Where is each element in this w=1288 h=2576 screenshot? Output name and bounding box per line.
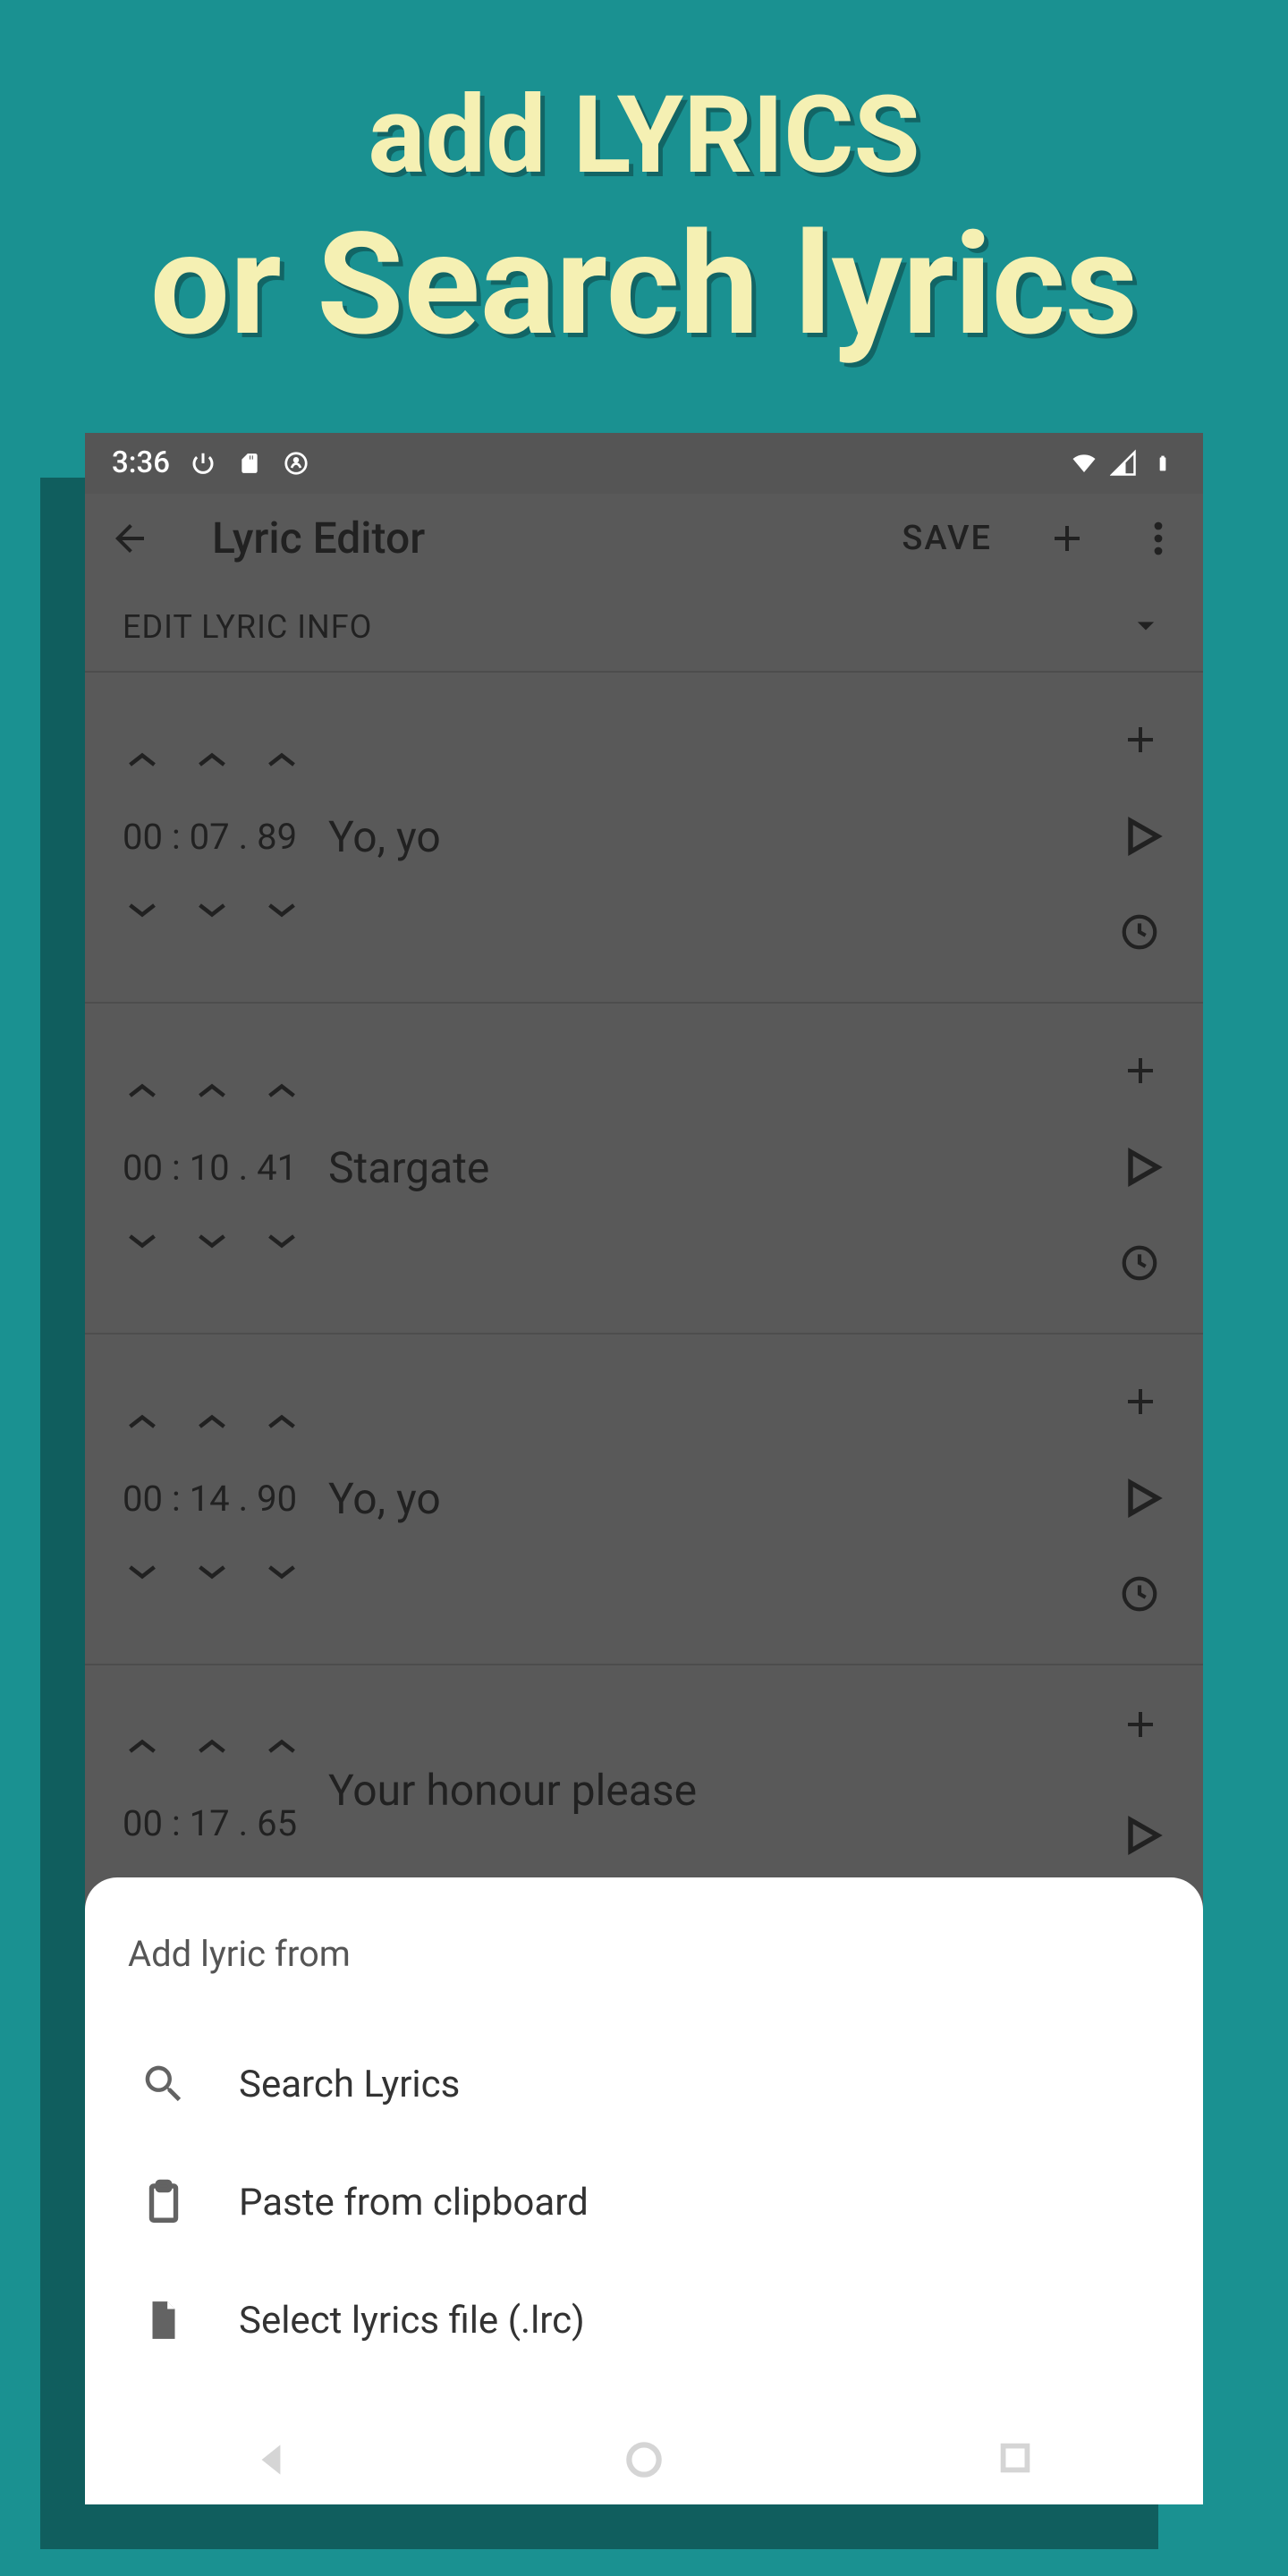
save-button[interactable]: SAVE [902,519,992,558]
caret-down-icon[interactable] [266,1232,298,1255]
search-lyrics-item[interactable]: Search Lyrics [128,2025,1160,2143]
clipboard-icon [139,2177,189,2227]
time-ss: 17 [190,1802,230,1844]
more-button[interactable] [1137,517,1180,560]
clock-icon[interactable] [1119,1242,1165,1287]
timestamp[interactable]: 00: 14. 90 [123,1478,298,1520]
add-line-button[interactable] [1119,1380,1165,1427]
caret-down-icon[interactable] [126,1563,158,1586]
timestamp[interactable]: 00: 07. 89 [123,816,298,858]
caret-up-icon[interactable] [266,1080,298,1104]
time-ss: 07 [190,816,230,858]
time-cs: 89 [257,816,297,858]
sheet-item-label: Paste from clipboard [239,2181,589,2224]
add-line-button[interactable] [1119,1703,1165,1750]
caret-down-icon[interactable] [196,901,228,924]
nav-recents-icon[interactable] [995,2437,1039,2482]
power-icon [190,450,216,477]
status-time: 3:36 [112,445,170,480]
caret-up-icon[interactable] [126,1736,158,1759]
play-button[interactable] [1119,1475,1165,1525]
signal-icon [1110,450,1137,477]
time-mm: 00 [123,816,163,858]
time-ss: 10 [190,1147,230,1189]
sheet-item-label: Search Lyrics [239,2063,460,2106]
caret-up-icon[interactable] [126,1080,158,1104]
caret-down-icon[interactable] [126,1232,158,1255]
section-header-label: EDIT LYRIC INFO [123,608,372,646]
lyric-row: 00: 14. 90 Yo, yo [85,1335,1203,1665]
phone-frame: 3:36 [85,433,1203,2504]
no-sim-icon [283,450,309,477]
time-ss: 14 [190,1478,230,1520]
clock-icon[interactable] [1119,1573,1165,1618]
caret-down-icon[interactable] [196,1563,228,1586]
time-cs: 90 [257,1478,297,1520]
caret-down-icon[interactable] [266,901,298,924]
caret-up-icon[interactable] [196,1411,228,1435]
play-button[interactable] [1119,1812,1165,1862]
add-button[interactable] [1046,517,1089,560]
lyric-text[interactable]: Yo, yo [328,811,441,862]
lyric-text[interactable]: Your honour please [328,1765,697,1816]
caret-up-icon[interactable] [196,750,228,773]
caret-up-icon[interactable] [196,1736,228,1759]
wifi-icon [1071,450,1097,477]
timestamp[interactable]: 00: 17. 65 [123,1802,298,1844]
add-line-button[interactable] [1119,1049,1165,1096]
status-bar: 3:36 [85,433,1203,494]
add-line-button[interactable] [1119,718,1165,765]
time-mm: 00 [123,1802,163,1844]
promo-line1: add LYRICS [150,72,1138,200]
timestamp[interactable]: 00: 10. 41 [123,1147,298,1189]
add-lyric-sheet: Add lyric from Search Lyrics Paste from … [85,1877,1203,2504]
back-button[interactable] [108,517,151,560]
time-mm: 00 [123,1147,163,1189]
search-icon [139,2059,189,2109]
time-cs: 41 [257,1147,297,1189]
lyric-row: 00: 10. 41 Stargate [85,1004,1203,1335]
play-button[interactable] [1119,813,1165,863]
promo-title: add LYRICS or Search lyrics [150,72,1138,370]
lyric-text[interactable]: Stargate [328,1142,489,1193]
caret-down-icon[interactable] [126,901,158,924]
time-mm: 00 [123,1478,163,1520]
select-file-item[interactable]: Select lyrics file (.lrc) [128,2261,1160,2379]
caret-up-icon[interactable] [126,1411,158,1435]
app-bar: Lyric Editor SAVE [85,494,1203,583]
sheet-title: Add lyric from [128,1933,1160,1975]
file-icon [139,2295,189,2345]
battery-icon [1149,450,1176,477]
caret-up-icon[interactable] [196,1080,228,1104]
sd-card-icon [236,450,263,477]
caret-up-icon[interactable] [266,1411,298,1435]
promo-line2: or Search lyrics [150,200,1138,370]
caret-up-icon[interactable] [126,750,158,773]
nav-back-icon[interactable] [249,2437,293,2482]
clock-icon[interactable] [1119,911,1165,956]
sheet-item-label: Select lyrics file (.lrc) [239,2299,585,2343]
app-bar-title: Lyric Editor [212,513,875,564]
lyric-text[interactable]: Yo, yo [328,1473,441,1524]
edit-lyric-info-header[interactable]: EDIT LYRIC INFO [85,583,1203,673]
chevron-down-icon [1126,606,1165,648]
caret-down-icon[interactable] [196,1232,228,1255]
caret-down-icon[interactable] [266,1563,298,1586]
nav-bar [85,2415,1203,2504]
lyric-row: 00: 07. 89 Yo, yo [85,673,1203,1004]
caret-up-icon[interactable] [266,750,298,773]
nav-home-icon[interactable] [622,2437,666,2482]
time-cs: 65 [257,1802,297,1844]
paste-clipboard-item[interactable]: Paste from clipboard [128,2143,1160,2261]
play-button[interactable] [1119,1144,1165,1194]
caret-up-icon[interactable] [266,1736,298,1759]
